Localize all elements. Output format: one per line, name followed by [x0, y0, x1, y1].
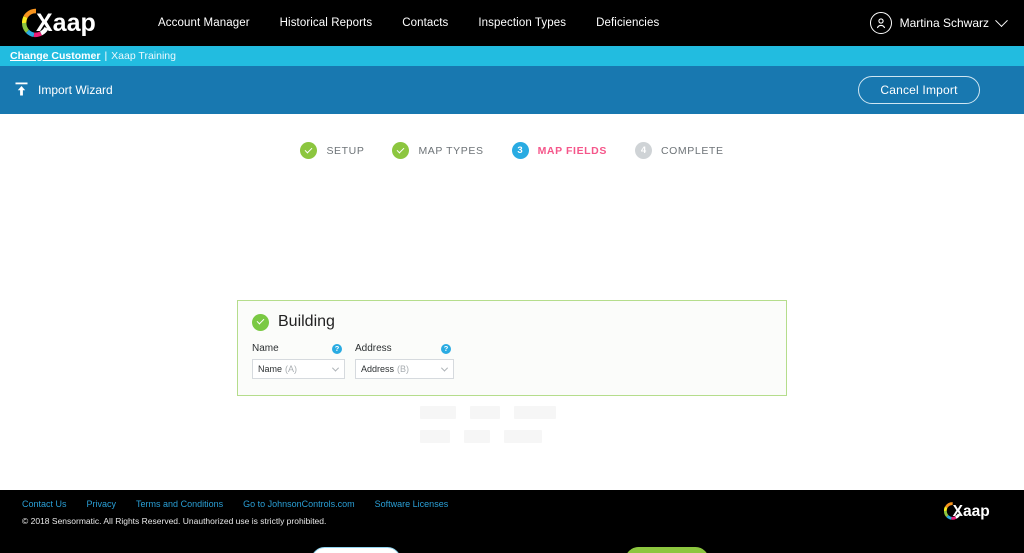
nav-item-inspection-types[interactable]: Inspection Types — [478, 17, 566, 29]
customer-context-strip: Change Customer | Xaap Training — [0, 46, 1024, 66]
step-map-types-dot — [392, 142, 410, 159]
page-footer: Contact Us Privacy Terms and Conditions … — [0, 490, 1024, 540]
address-mapping-select[interactable]: Address (B) — [355, 359, 454, 379]
nav-item-account-manager[interactable]: Account Manager — [158, 17, 250, 29]
svg-text:Xaap: Xaap — [953, 503, 990, 520]
field-mapping-row: Name ? Name (A) Address ? Address (B) — [252, 343, 786, 379]
wizard-title-group: Import Wizard — [14, 82, 113, 98]
upload-glyph — [15, 82, 28, 96]
user-name-label: Martina Schwarz — [899, 16, 989, 30]
step-complete[interactable]: 4 COMPLETE — [634, 142, 724, 159]
placeholder-block — [514, 406, 556, 419]
wizard-actions: Start Over NEXT — [0, 547, 1024, 553]
name-mapping-select[interactable]: Name (A) — [252, 359, 345, 379]
check-icon — [397, 145, 405, 153]
app-screen: Xaap Account Manager Historical Reports … — [0, 0, 1024, 553]
nav-item-deficiencies[interactable]: Deficiencies — [596, 17, 659, 29]
card-header: Building — [252, 313, 786, 331]
chevron-down-icon — [995, 13, 1008, 27]
import-wizard-bar: Import Wizard Cancel Import — [0, 66, 1024, 114]
address-select-value: Address — [361, 364, 395, 374]
change-customer-link[interactable]: Change Customer — [10, 50, 100, 62]
step-complete-label: COMPLETE — [660, 144, 724, 157]
building-mapping-card: Building Name ? Name (A) Address ? Addre… — [237, 300, 787, 396]
step-setup[interactable]: SETUP — [300, 142, 364, 159]
help-circle-icon[interactable]: ? — [441, 343, 451, 354]
next-button[interactable]: NEXT — [625, 547, 709, 553]
customer-name-label: Xaap Training — [111, 50, 176, 62]
field-address-label-row: Address ? — [355, 343, 451, 354]
xaap-logo[interactable]: Xaap — [22, 6, 122, 40]
check-glyph — [256, 316, 265, 325]
placeholder-block — [470, 406, 500, 419]
svg-text:Xaap: Xaap — [36, 9, 96, 37]
chevron-down-icon — [331, 364, 340, 372]
main-content: SETUP MAP TYPES 3 MAP FIELDS 4 COMPLETE — [0, 114, 1024, 553]
step-map-fields-label: MAP FIELDS — [537, 144, 607, 157]
step-map-types-label: MAP TYPES — [418, 144, 484, 157]
footer-link-johnsoncontrols[interactable]: Go to JohnsonControls.com — [243, 499, 355, 509]
name-select-value: Name — [258, 364, 283, 374]
card-title: Building — [278, 313, 335, 330]
cancel-import-button[interactable]: Cancel Import — [858, 76, 980, 104]
placeholder-block — [420, 430, 450, 443]
step-setup-dot — [300, 142, 318, 159]
placeholder-block — [504, 430, 542, 443]
placeholder-row — [420, 406, 600, 419]
customer-separator: | — [104, 50, 108, 62]
start-over-button[interactable]: Start Over — [311, 547, 401, 553]
footer-links: Contact Us Privacy Terms and Conditions … — [22, 499, 1024, 509]
xaap-logo-svg: Xaap — [22, 8, 96, 38]
footer-link-software-licenses[interactable]: Software Licenses — [375, 499, 449, 509]
step-map-fields-dot: 3 — [511, 142, 529, 159]
chevron-down-icon — [440, 364, 449, 372]
step-complete-dot: 4 — [634, 142, 652, 159]
field-name-label-row: Name ? — [252, 343, 342, 354]
user-glyph — [876, 18, 885, 29]
footer-link-terms[interactable]: Terms and Conditions — [136, 499, 223, 509]
footer-logo-svg: Xaap — [943, 502, 990, 520]
footer-xaap-logo[interactable]: Xaap — [943, 501, 1006, 526]
user-menu[interactable]: Martina Schwarz — [869, 12, 1008, 34]
step-setup-label: SETUP — [326, 144, 365, 157]
wizard-stepper: SETUP MAP TYPES 3 MAP FIELDS 4 COMPLETE — [0, 114, 1024, 159]
check-circle-icon — [252, 313, 269, 331]
placeholder-block — [420, 406, 456, 419]
step-map-fields[interactable]: 3 MAP FIELDS — [511, 142, 607, 159]
top-navigation-bar: Xaap Account Manager Historical Reports … — [0, 0, 1024, 46]
name-select-column: (A) — [285, 364, 298, 374]
field-address-label: Address — [355, 343, 392, 354]
user-icon — [869, 12, 892, 34]
field-group-name: Name ? Name (A) — [252, 343, 345, 379]
nav-item-contacts[interactable]: Contacts — [402, 17, 448, 29]
footer-link-privacy[interactable]: Privacy — [87, 499, 117, 509]
field-name-label: Name — [252, 343, 279, 354]
check-icon — [305, 145, 313, 153]
loading-placeholder — [420, 406, 600, 458]
step-map-types[interactable]: MAP TYPES — [392, 142, 483, 159]
upload-icon — [14, 82, 29, 98]
footer-link-contact-us[interactable]: Contact Us — [22, 499, 67, 509]
copyright-text: © 2018 Sensormatic. All Rights Reserved.… — [22, 516, 327, 526]
placeholder-block — [464, 430, 490, 443]
address-select-column: (B) — [397, 364, 410, 374]
nav-item-historical-reports[interactable]: Historical Reports — [280, 17, 373, 29]
main-nav-links: Account Manager Historical Reports Conta… — [158, 17, 659, 29]
wizard-title: Import Wizard — [38, 83, 113, 97]
placeholder-row — [420, 430, 600, 443]
field-group-address: Address ? Address (B) — [355, 343, 454, 379]
help-circle-icon[interactable]: ? — [332, 343, 342, 354]
